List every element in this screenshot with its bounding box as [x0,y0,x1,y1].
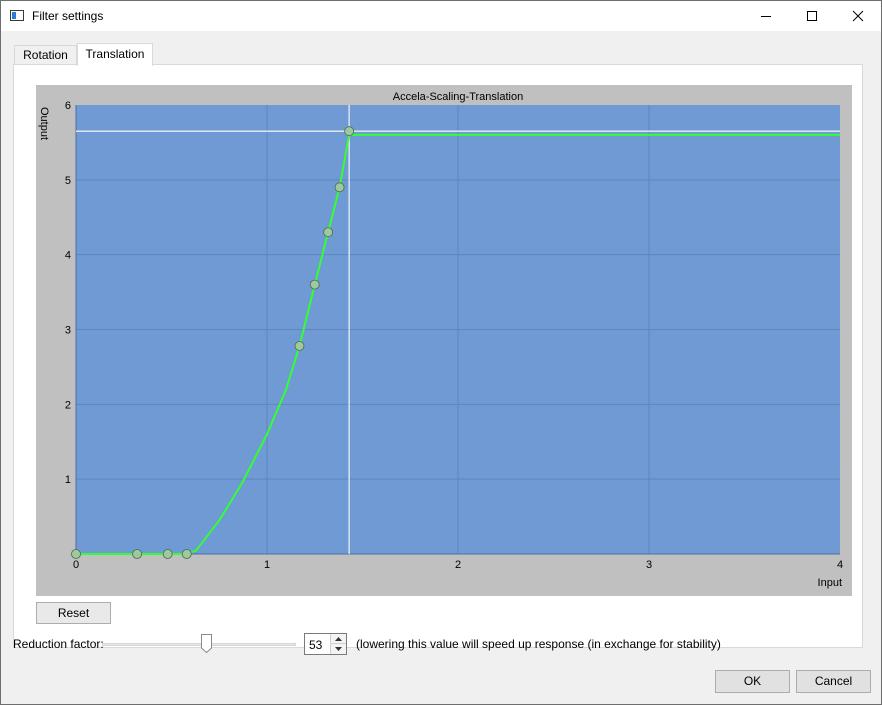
control-point[interactable] [344,126,355,137]
y-tick-label: 1 [65,474,71,486]
minimize-icon [761,16,771,17]
reset-button[interactable]: Reset [36,602,111,624]
control-point[interactable] [323,227,334,238]
control-point[interactable] [71,549,81,559]
x-tick-label: 0 [73,559,79,571]
reduction-slider-track[interactable] [102,643,296,646]
reduction-hint: (lowering this value will speed up respo… [356,637,721,651]
x-tick-label: 1 [264,559,270,571]
control-point[interactable] [309,279,320,290]
chevron-down-icon [335,647,342,651]
translation-panel: Accela-Scaling-Translation 0 1 2 3 4 1 2 3 4 5 6 Inp… [13,64,863,648]
chart-canvas[interactable]: Accela-Scaling-Translation 0 1 2 3 4 1 2 3 4 5 6 Inp… [36,85,852,596]
y-tick-label: 6 [65,100,71,112]
y-tick-label: 2 [65,399,71,411]
minimize-button[interactable] [743,1,789,31]
spin-down-button[interactable] [331,644,346,654]
reduction-slider-thumb[interactable] [201,634,213,653]
filter-settings-window: Filter settings Rotation Translation Acc… [0,0,882,705]
y-axis-label: Output [38,107,50,140]
spin-buttons [330,634,346,654]
control-point[interactable] [181,549,192,559]
x-tick-label: 3 [646,559,652,571]
y-tick-label: 3 [65,325,71,337]
x-tick-label: 2 [455,559,461,571]
curve-chart[interactable]: Accela-Scaling-Translation 0 1 2 3 4 1 2 3 4 5 6 Inp… [36,85,852,596]
y-tick-label: 4 [65,250,71,262]
chart-title: Accela-Scaling-Translation [393,91,523,103]
reduction-value[interactable]: 53 [309,638,322,652]
control-point[interactable] [132,549,143,559]
control-point[interactable] [162,549,173,559]
x-tick-label: 4 [837,559,843,571]
app-icon [10,10,24,21]
reduction-spinbox[interactable]: 53 [304,633,347,655]
spin-up-button[interactable] [331,634,346,644]
maximize-button[interactable] [789,1,835,31]
dialog-content: Rotation Translation Accela-Scaling-Tran… [1,31,881,704]
window-title: Filter settings [32,9,104,23]
y-tick-label: 5 [65,175,71,187]
cancel-button[interactable]: Cancel [796,670,871,693]
x-axis-label: Input [818,577,842,589]
close-icon [852,10,864,22]
tab-rotation[interactable]: Rotation [14,45,77,65]
control-point[interactable] [334,182,345,193]
close-button[interactable] [835,1,881,31]
title-bar[interactable]: Filter settings [1,1,881,31]
tab-translation[interactable]: Translation [77,43,153,66]
chevron-up-icon [335,636,342,641]
maximize-icon [807,11,817,21]
ok-button[interactable]: OK [715,670,790,693]
control-point[interactable] [294,341,305,351]
reduction-factor-label: Reduction factor: [13,637,104,651]
